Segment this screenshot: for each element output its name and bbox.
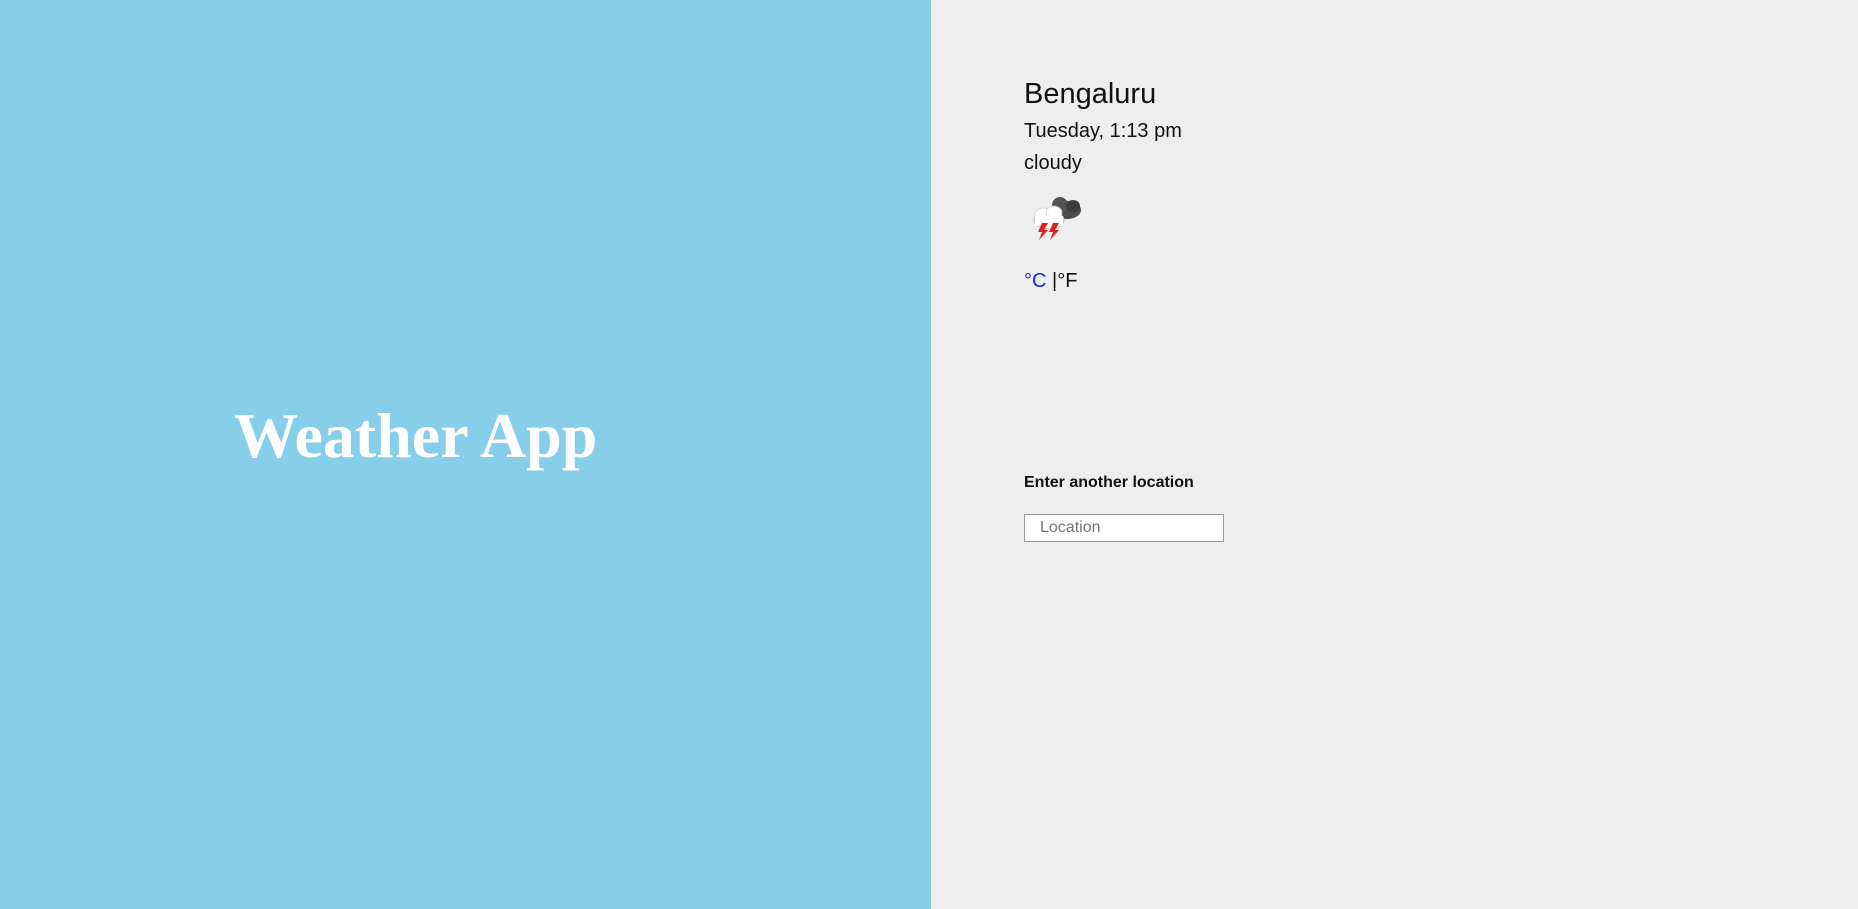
weather-details-panel: Bengaluru Tuesday, 1:13 pm cloudy °C |°F — [931, 0, 1858, 909]
fahrenheit-toggle[interactable]: °F — [1057, 270, 1077, 292]
weather-app-page: Weather App Bengaluru Tuesday, 1:13 pm c… — [0, 0, 1858, 909]
weather-condition: cloudy — [1024, 152, 1082, 174]
hero-panel: Weather App — [0, 0, 931, 909]
city-name: Bengaluru — [1024, 78, 1157, 110]
location-input[interactable] — [1024, 514, 1224, 542]
search-label: Enter another location — [1024, 474, 1194, 491]
unit-toggle: °C |°F — [1024, 268, 1077, 294]
thunderstorm-cloud-icon — [1027, 190, 1087, 242]
app-title: Weather App — [234, 400, 598, 471]
celsius-toggle[interactable]: °C — [1024, 270, 1046, 292]
date-time: Tuesday, 1:13 pm — [1024, 120, 1182, 142]
